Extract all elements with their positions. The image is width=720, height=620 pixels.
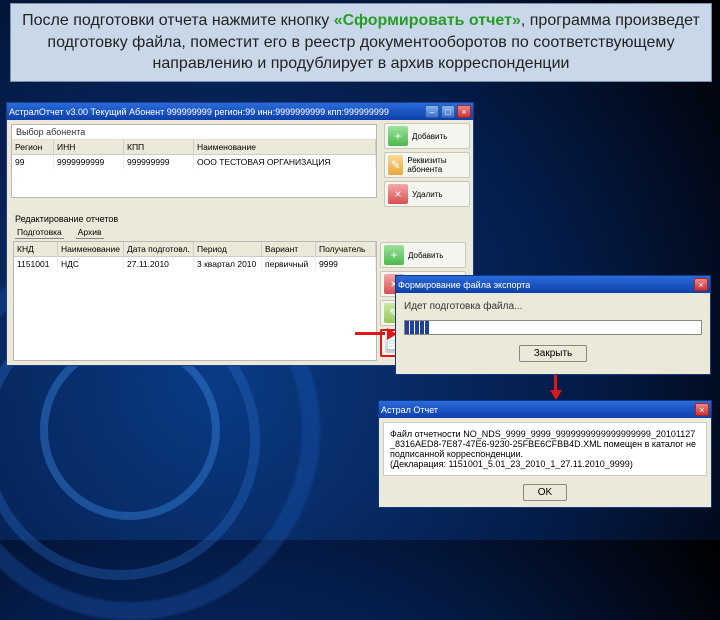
table-row[interactable]: 99 9999999999 999999999 ООО ТЕСТОВАЯ ОРГ…	[12, 155, 376, 169]
cell-period: 3 квартал 2010	[194, 257, 262, 271]
abonent-panel: Выбор абонента Регион ИНН КПП Наименован…	[11, 124, 377, 198]
report-grid: КНД Наименование Дата подготовл. Период …	[13, 241, 377, 361]
cell-name: ООО ТЕСТОВАЯ ОРГАНИЗАЦИЯ	[194, 155, 376, 169]
bg-decor	[40, 340, 220, 520]
ok-button[interactable]: OK	[523, 484, 567, 501]
cell-region: 99	[12, 155, 54, 169]
cell-kpp: 999999999	[124, 155, 194, 169]
col-name[interactable]: Наименование	[58, 242, 124, 256]
add-icon: +	[384, 245, 404, 265]
abonent-side-buttons: + Добавить ✎Реквизиты абонента × Удалить	[381, 120, 473, 210]
dialog-title: Астрал Отчет	[381, 405, 438, 415]
requisites-button-label: Реквизиты абонента	[407, 156, 466, 174]
header-text-1: После подготовки отчета нажмите кнопку	[22, 12, 334, 29]
dialog-title: Формирование файла экспорта	[398, 280, 530, 290]
close-icon[interactable]: ×	[694, 278, 708, 291]
cell-receiver: 9999	[316, 257, 376, 271]
add-button[interactable]: + Добавить	[384, 123, 470, 149]
close-icon[interactable]: ×	[695, 403, 709, 416]
close-button[interactable]: Закрыть	[519, 345, 588, 362]
minimize-icon[interactable]: –	[425, 105, 439, 118]
col-period[interactable]: Период	[194, 242, 262, 256]
info-line: Файл отчетности NO_NDS_9999_9999_9999999…	[390, 429, 700, 459]
col-kpp[interactable]: КПП	[124, 140, 194, 154]
add-icon: +	[388, 126, 408, 146]
arrow-right-icon	[355, 328, 397, 340]
requisites-button[interactable]: ✎Реквизиты абонента	[384, 152, 470, 178]
header-highlight: «Сформировать отчет»	[334, 12, 521, 29]
window-title: АстралОтчет v3.00 Текущий Абонент 999999…	[9, 107, 389, 117]
progress-dialog: Формирование файла экспорта × Идет подго…	[395, 275, 711, 375]
cell-date: 27.11.2010	[124, 257, 194, 271]
cell-knd: 1151001	[14, 257, 58, 271]
tab-archive[interactable]: Архив	[76, 226, 104, 239]
info-dialog: Астрал Отчет × Файл отчетности NO_NDS_99…	[378, 400, 712, 508]
cell-variant: первичный	[262, 257, 316, 271]
add-button-label: Добавить	[412, 132, 447, 141]
titlebar[interactable]: АстралОтчет v3.00 Текущий Абонент 999999…	[7, 103, 473, 120]
titlebar[interactable]: Астрал Отчет ×	[379, 401, 711, 418]
report-edit-title: Редактирование отчетов	[11, 212, 469, 226]
requisites-icon: ✎	[388, 155, 403, 175]
col-date[interactable]: Дата подготовл.	[124, 242, 194, 256]
cell-name: НДС	[58, 257, 124, 271]
abonent-table-header: Регион ИНН КПП Наименование	[12, 140, 376, 155]
col-receiver[interactable]: Получатель	[316, 242, 376, 256]
progress-message: Идет подготовка файла...	[404, 301, 702, 312]
info-line: (Декларация: 1151001_5.01_23_2010_1_27.1…	[390, 459, 700, 469]
report-table-header: КНД Наименование Дата подготовл. Период …	[14, 242, 376, 257]
add-report-label: Добавить	[408, 251, 443, 260]
delete-button[interactable]: × Удалить	[384, 181, 470, 207]
abonent-panel-title: Выбор абонента	[12, 125, 376, 140]
progress-fill	[405, 321, 429, 334]
tab-prep[interactable]: Подготовка	[15, 226, 64, 239]
cell-inn: 9999999999	[54, 155, 124, 169]
maximize-icon[interactable]: □	[441, 105, 455, 118]
col-variant[interactable]: Вариант	[262, 242, 316, 256]
delete-icon: ×	[388, 184, 408, 204]
col-name[interactable]: Наименование	[194, 140, 376, 154]
col-knd[interactable]: КНД	[14, 242, 58, 256]
table-row[interactable]: 1151001 НДС 27.11.2010 3 квартал 2010 пе…	[14, 257, 376, 271]
close-icon[interactable]: ×	[457, 105, 471, 118]
col-region[interactable]: Регион	[12, 140, 54, 154]
titlebar[interactable]: Формирование файла экспорта ×	[396, 276, 710, 293]
info-body: Файл отчетности NO_NDS_9999_9999_9999999…	[383, 422, 707, 476]
add-report-button[interactable]: + Добавить	[380, 242, 466, 268]
col-inn[interactable]: ИНН	[54, 140, 124, 154]
progress-bar	[404, 320, 702, 335]
instruction-header: После подготовки отчета нажмите кнопку «…	[10, 3, 712, 82]
tabs: Подготовка Архив	[11, 226, 469, 239]
delete-button-label: Удалить	[412, 190, 443, 199]
